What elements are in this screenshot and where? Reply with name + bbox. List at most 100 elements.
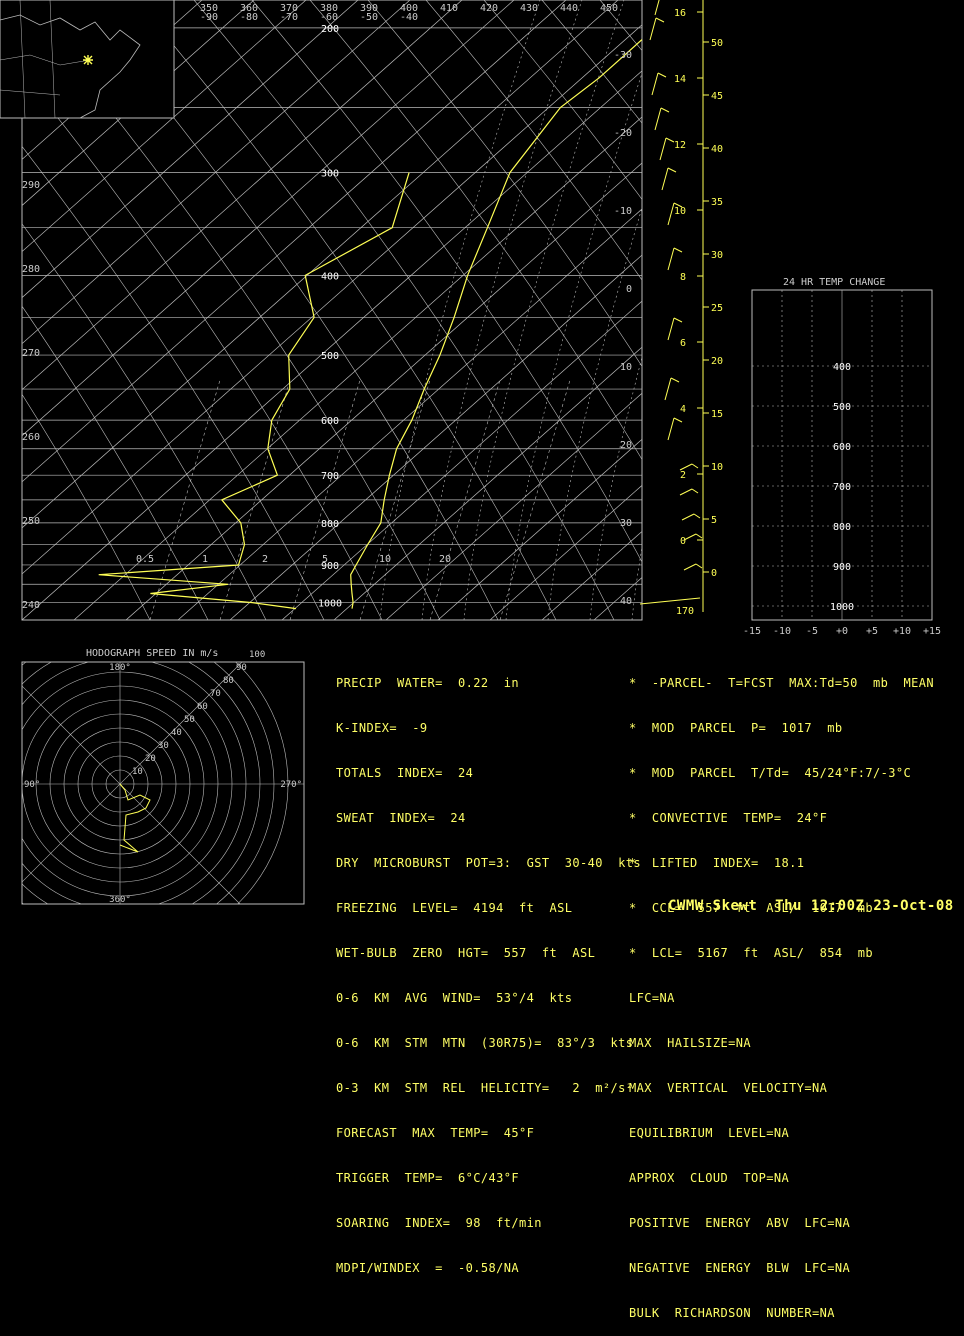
dewpoint-profile-line	[98, 172, 410, 610]
wind-barbs	[649, 0, 703, 571]
mixing-ratio-label: 20	[439, 554, 451, 565]
temp-top-label: -70	[280, 12, 298, 23]
index-line: * -PARCEL- T=FCST MAX:Td=50 mb MEAN	[629, 676, 934, 690]
wind-barb-staff	[649, 17, 657, 41]
right-indices: * -PARCEL- T=FCST MAX:Td=50 mb MEAN * MO…	[629, 646, 934, 1336]
index-line: NEGATIVE ENERGY BLW LFC=NA	[629, 1261, 851, 1275]
theta-label: 260	[22, 432, 40, 443]
hodograph-speed-label: 50	[184, 715, 195, 725]
height-kft-label: 35	[711, 197, 723, 208]
wind-barb-staff	[654, 107, 662, 131]
wind-barb-staff	[654, 0, 660, 16]
wind-barb-flag	[691, 463, 699, 469]
wind-barb-flag	[695, 563, 703, 569]
height-kft-label: 45	[711, 91, 723, 102]
temp-top-label: -90	[200, 12, 218, 23]
temp-change-pressure-label: 500	[833, 402, 851, 413]
isotherm-line	[541, 530, 642, 620]
isotherm-line	[802, 0, 964, 620]
isotherm-line	[489, 484, 642, 620]
wind-barb-flag	[673, 417, 683, 423]
index-line: MAX VERTICAL VELOCITY=NA	[629, 1081, 828, 1095]
temp-right-label: -30	[614, 50, 632, 61]
isotherm-line	[646, 0, 964, 620]
dry-adiabat-line	[251, 0, 642, 563]
temp-change-x-label: +5	[866, 626, 878, 637]
temp-right-label: 10	[620, 362, 632, 373]
height-km-label: 16	[674, 8, 686, 19]
hodograph-speed-label: 40	[171, 728, 182, 738]
height-km-label: 4	[680, 404, 686, 415]
theta-top-label: 440	[560, 3, 578, 14]
hodograph-speed-label: 90	[236, 663, 247, 673]
hodograph-axis-diag	[22, 685, 241, 904]
wind-barb-staff	[683, 563, 697, 571]
temp-change-pressure-label: 1000	[830, 602, 854, 613]
temp-top-label: -60	[320, 12, 338, 23]
pressure-label: 800	[321, 519, 339, 530]
pressure-label: 300	[321, 169, 339, 180]
mixing-ratio-label: 0.5	[136, 554, 154, 565]
index-line: * LIFTED INDEX= 18.1	[629, 856, 805, 870]
theta-label: 280	[22, 264, 40, 275]
isotherm-line	[593, 577, 642, 620]
temp-change-pressure-label: 700	[833, 482, 851, 493]
mixing-ratio-label: 10	[379, 554, 391, 565]
temp-top-label: -40	[400, 12, 418, 23]
temp-change-pressure-label: 900	[833, 562, 851, 573]
isotherm-line	[698, 0, 964, 620]
height-kft-label: 0	[711, 568, 717, 579]
index-line: * MOD PARCEL P= 1017 mb	[629, 721, 843, 735]
pressure-label: 400	[321, 271, 339, 282]
theta-label: 240	[22, 600, 40, 611]
temp-right-label: -20	[614, 128, 632, 139]
pressure-label: 1000	[318, 599, 342, 610]
height-km-label: 2	[680, 470, 686, 481]
index-line: DRY MICROBURST POT=3: GST 30-40 kts	[336, 856, 641, 870]
dry-adiabat-line	[135, 0, 557, 620]
temp-top-label: -50	[360, 12, 378, 23]
hodograph-speed-label: 60	[197, 702, 208, 712]
wind-barb-staff	[681, 513, 695, 521]
dry-adiabat-line	[367, 0, 642, 367]
index-line: * MOD PARCEL T/Td= 45/24°F:7/-3°C	[629, 766, 912, 780]
index-line: 0-6 KM STM MTN (30R75)= 83°/3 kts	[336, 1036, 634, 1050]
moist-adiabat-line	[716, 0, 876, 620]
theta-top-label: 430	[520, 3, 538, 14]
index-line: SOARING INDEX= 98 ft/min	[336, 1216, 542, 1230]
wind-barb-flag	[695, 533, 703, 539]
index-line: TOTALS INDEX= 24	[336, 766, 474, 780]
wind-barb-flag	[691, 488, 699, 494]
wind-barb-staff	[659, 137, 667, 161]
hodograph-speed-label: 80	[223, 676, 234, 686]
mixing-ratio-label: 1	[202, 554, 208, 565]
temp-change-x-label: +10	[893, 626, 911, 637]
theta-top-label: 450	[600, 3, 618, 14]
index-line: * CONVECTIVE TEMP= 24°F	[629, 811, 828, 825]
wind-barb-flag	[667, 167, 677, 173]
height-kft-label: 15	[711, 409, 723, 420]
pressure-label: 700	[321, 471, 339, 482]
index-line: PRECIP WATER= 0.22 in	[336, 676, 519, 690]
theta-top-label: 420	[480, 3, 498, 14]
temp-right-label: 30	[620, 518, 632, 529]
wind-barb-staff	[667, 247, 675, 271]
hodograph-speed-label: 70	[210, 689, 221, 699]
temp-change-pressure-label: 400	[833, 362, 851, 373]
index-line: * LCL= 5167 ft ASL/ 854 mb	[629, 946, 873, 960]
hodograph-label-top: 180°	[109, 663, 131, 673]
height-kft-label: 20	[711, 356, 723, 367]
index-line: 0-3 KM STM REL HELICITY= 2 m²/s²	[336, 1081, 634, 1095]
index-line: MDPI/WINDEX = -0.58/NA	[336, 1261, 519, 1275]
theta-label: 250	[22, 516, 40, 527]
wind-barb-flag	[673, 317, 683, 323]
index-line: BULK RICHARDSON NUMBER=NA	[629, 1306, 835, 1320]
hodograph-speed-label: 10	[132, 767, 143, 777]
sounding-profiles	[98, 38, 642, 610]
surface-marker-line	[639, 597, 701, 605]
wind-barb-flag	[660, 107, 670, 113]
moist-adiabat-line	[589, 356, 642, 620]
left-indices: PRECIP WATER= 0.22 in K-INDEX= -9 TOTALS…	[336, 646, 641, 1291]
height-kft-label: 10	[711, 462, 723, 473]
height-km-label: 12	[674, 140, 686, 151]
